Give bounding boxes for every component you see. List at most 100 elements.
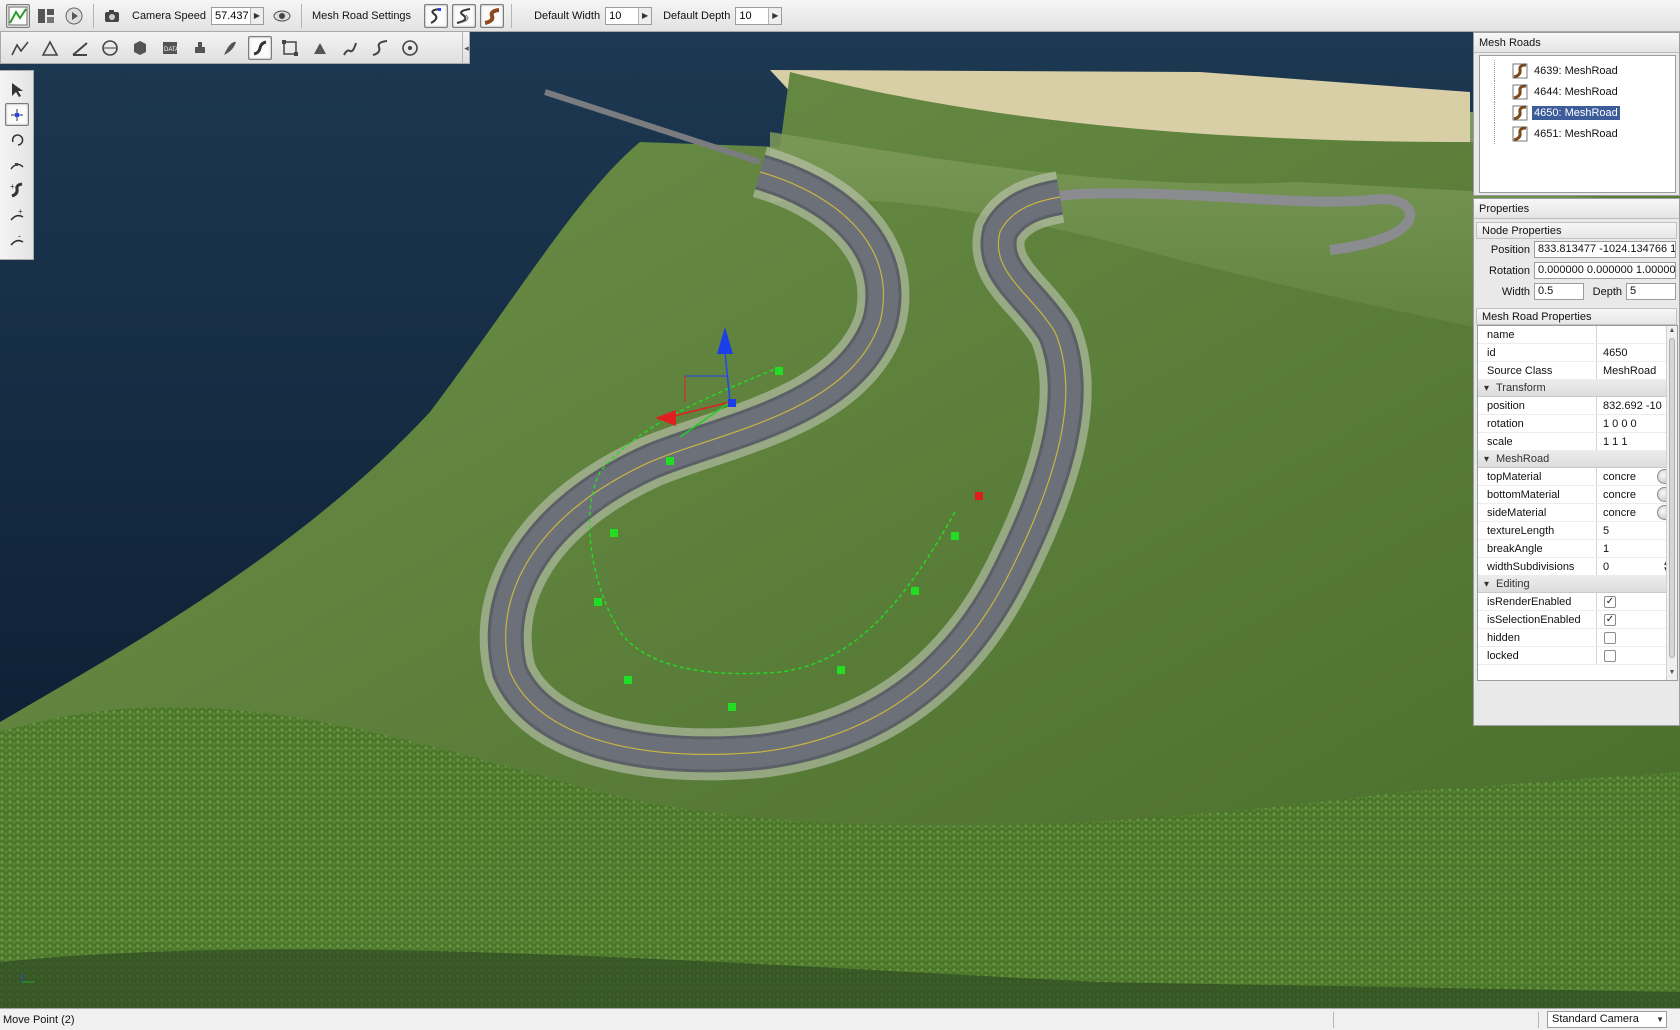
prop-row-rotation[interactable]: rotation 1 0 0 0 [1478,415,1677,433]
toolbar-collapse-icon[interactable]: ◂ [462,32,470,64]
tree-item-road[interactable]: 4639: MeshRoad [1480,60,1675,81]
prop-row-bottom-material[interactable]: bottomMaterial concre [1478,486,1677,504]
road-node[interactable] [728,703,736,711]
terrain-editor-icon[interactable] [8,36,32,60]
insert-point-icon[interactable]: + [5,203,29,226]
road-node[interactable] [666,457,674,465]
locked-checkbox[interactable] [1604,650,1616,662]
road-node[interactable] [837,666,845,674]
side-material-value[interactable]: concre [1603,507,1636,519]
road-node[interactable] [594,598,602,606]
road-render-icon[interactable] [480,3,505,28]
prop-row-source-class[interactable]: Source Class MeshRoad [1478,362,1677,380]
camera-icon[interactable] [101,4,125,28]
camera-mode-select[interactable]: Standard Camera ▼ [1547,1011,1667,1028]
particle-editor-icon[interactable] [308,36,332,60]
tree-item-label: 4651: MeshRoad [1534,127,1618,140]
default-depth-input[interactable] [736,7,769,24]
camera-speed-input[interactable] [212,7,250,24]
road-node[interactable] [951,532,959,540]
mesh-road-properties-header: Mesh Road Properties [1476,308,1677,325]
tree-item-road[interactable]: 4644: MeshRoad [1480,81,1675,102]
play-icon[interactable] [62,4,86,28]
prop-row-is-render-enabled[interactable]: isRenderEnabled ✓ [1478,593,1677,611]
group-editing[interactable]: Editing [1478,576,1677,593]
terrain-painter-icon[interactable] [38,36,62,60]
rotate-point-icon[interactable] [5,128,29,151]
default-width-input[interactable] [606,7,639,24]
status-bar: Move Point (2) Standard Camera ▼ [0,1008,1680,1030]
prop-row-position[interactable]: position 832.692 -10 [1478,397,1677,415]
default-width-field[interactable]: ▶ [605,6,653,25]
gui-editor-icon[interactable] [34,4,58,28]
remove-point-icon[interactable]: - [5,228,29,251]
road-editor-icon[interactable] [368,36,392,60]
mesh-road-editor-icon[interactable] [248,35,272,60]
prop-row-width-subdivisions[interactable]: widthSubdivisions0▲▼ [1478,558,1677,576]
node-position-field[interactable]: 833.813477 -1024.134766 1: [1534,241,1676,258]
render-enabled-checkbox[interactable]: ✓ [1604,596,1616,608]
default-width-arrow-icon[interactable]: ▶ [638,7,652,24]
node-width-field[interactable]: 0.5 [1534,283,1584,300]
group-meshroad[interactable]: MeshRoad [1478,451,1677,468]
group-transform[interactable]: Transform [1478,380,1677,397]
prop-row-name[interactable]: name [1478,326,1677,344]
road-spline-icon[interactable] [424,3,449,28]
node-position-label: Position [1490,243,1530,256]
add-road-icon[interactable]: + [5,178,29,201]
mesh-road-settings-label: Mesh Road Settings [312,9,412,22]
select-arrow-icon[interactable] [5,78,29,101]
prop-row-locked[interactable]: locked [1478,647,1677,665]
terrain-scene [0,32,1680,1008]
top-material-value[interactable]: concre [1603,471,1636,483]
datablock-icon[interactable]: DATA [158,36,182,60]
selection-enabled-checkbox[interactable]: ✓ [1604,614,1616,626]
tree-item-road[interactable]: 4651: MeshRoad [1480,123,1675,144]
camera-speed-arrow-icon[interactable]: ▶ [250,7,263,24]
navmesh-icon[interactable] [278,36,302,60]
prop-row-break-angle[interactable]: breakAngle 1 [1478,540,1677,558]
convex-editor-icon[interactable] [398,36,422,60]
forest-editor-icon[interactable] [218,36,242,60]
scale-point-icon[interactable] [5,153,29,176]
road-end-node-selected[interactable] [975,492,983,500]
prop-row-top-material[interactable]: topMaterial concre [1478,468,1677,486]
node-rotation-field[interactable]: 0.000000 0.000000 1.000000 [1534,262,1676,279]
road-node[interactable] [624,676,632,684]
road-node[interactable] [610,529,618,537]
tree-item-road-selected[interactable]: 4650: MeshRoad [1480,102,1675,123]
prop-row-side-material[interactable]: sideMaterial concre [1478,504,1677,522]
mesh-road-icon [1512,105,1528,120]
scroll-up-icon[interactable]: ▲ [1667,327,1677,337]
sky-editor-icon[interactable] [98,36,122,60]
chevron-down-icon[interactable]: ▼ [1656,1012,1664,1027]
prop-row-id[interactable]: id 4650 [1478,344,1677,362]
bottom-material-value[interactable]: concre [1603,489,1636,501]
scroll-down-icon[interactable]: ▼ [1667,669,1677,679]
road-node[interactable] [775,367,783,375]
road-wireframe-icon[interactable] [452,3,477,28]
prop-row-is-selection-enabled[interactable]: isSelectionEnabled ✓ [1478,611,1677,629]
prop-row-hidden[interactable]: hidden [1478,629,1677,647]
3d-viewport[interactable] [0,32,1680,1008]
hidden-checkbox[interactable] [1604,632,1616,644]
inspector-scrollbar[interactable]: ▲ ▼ [1666,326,1677,680]
node-depth-field[interactable]: 5 [1626,283,1676,300]
world-editor-icon[interactable] [6,3,30,28]
prop-row-scale[interactable]: scale 1 1 1 [1478,433,1677,451]
prop-row-texture-length[interactable]: textureLength 5 [1478,522,1677,540]
mesh-roads-panel: Mesh Roads 4639: MeshRoad 4644: MeshRoad… [1473,32,1680,196]
decal-icon[interactable] [188,36,212,60]
move-point-icon[interactable] [4,103,29,126]
default-depth-field[interactable]: ▶ [735,6,783,25]
node-properties-header: Node Properties [1476,222,1677,239]
eye-icon[interactable] [270,4,294,28]
shape-editor-icon[interactable] [68,36,92,60]
river-editor-icon[interactable] [338,36,362,60]
default-depth-arrow-icon[interactable]: ▶ [768,7,782,24]
scroll-thumb[interactable] [1669,338,1675,658]
object-cube-icon[interactable] [128,36,152,60]
road-node[interactable] [911,587,919,595]
camera-speed-field[interactable]: ▶ [211,6,264,25]
width-subdivisions-value[interactable]: 0 [1603,561,1609,573]
